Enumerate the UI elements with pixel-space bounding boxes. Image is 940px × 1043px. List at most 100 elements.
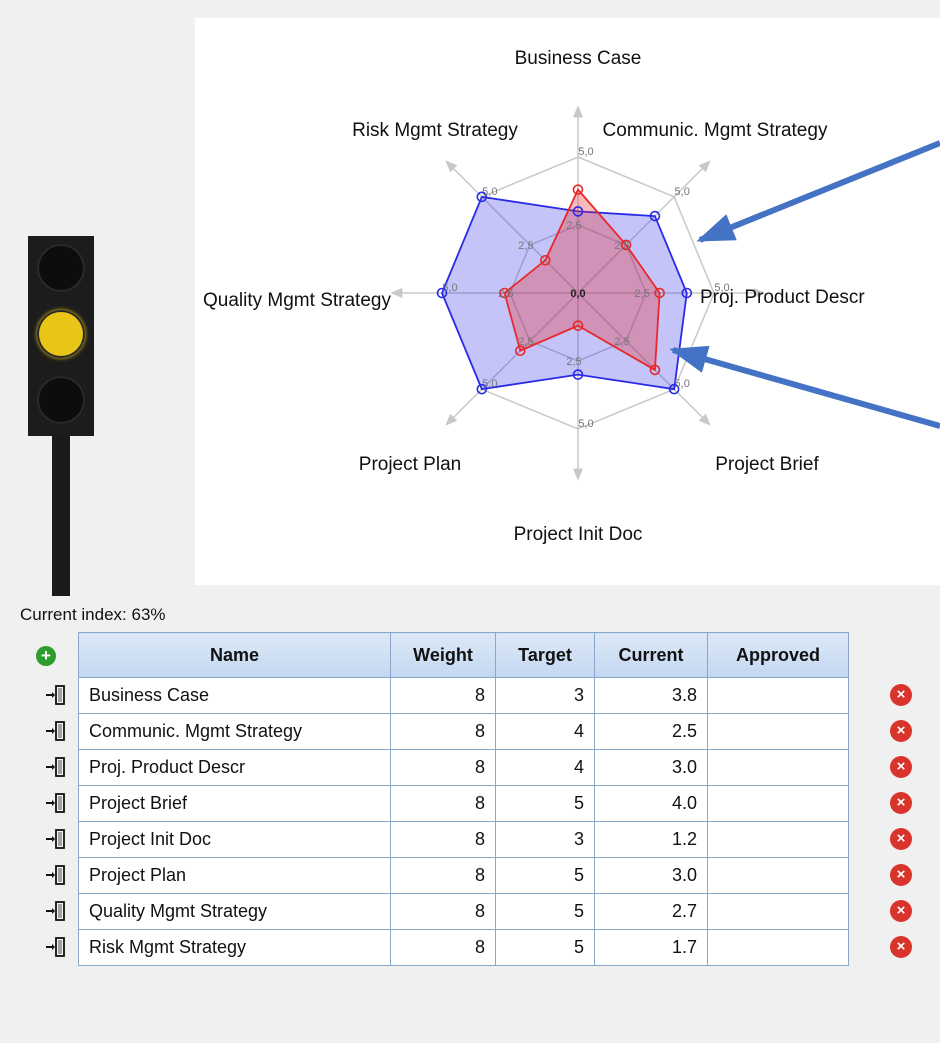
- cell-target[interactable]: 5: [495, 929, 595, 966]
- cell-target[interactable]: 3: [495, 821, 595, 858]
- cell-name[interactable]: Project Brief: [78, 785, 391, 822]
- table-row[interactable]: Project Plan 8 5 3.0: [78, 857, 849, 894]
- enter-door-icon[interactable]: [44, 899, 68, 923]
- cell-weight[interactable]: 8: [390, 749, 496, 786]
- table-row[interactable]: Project Init Doc 8 3 1.2: [78, 821, 849, 858]
- plus-circle-icon[interactable]: +: [36, 646, 56, 666]
- axis-label: Proj. Product Descr: [700, 287, 865, 308]
- axis-label: Communic. Mgmt Strategy: [603, 120, 828, 141]
- enter-door-icon[interactable]: [44, 827, 68, 851]
- delete-circle-icon[interactable]: ×: [890, 936, 912, 958]
- cell-target[interactable]: 5: [495, 857, 595, 894]
- cell-weight[interactable]: 8: [390, 677, 496, 714]
- axis-arrow: [573, 105, 583, 118]
- cell-approved[interactable]: [707, 749, 849, 786]
- cell-approved[interactable]: [707, 713, 849, 750]
- table-row[interactable]: Communic. Mgmt Strategy 8 4 2.5: [78, 713, 849, 750]
- enter-door-icon[interactable]: [44, 719, 68, 743]
- traffic-light-housing: [28, 236, 94, 436]
- cell-approved[interactable]: [707, 821, 849, 858]
- tick-label: 2,5: [518, 336, 533, 348]
- tick-label: 2,5: [614, 240, 629, 252]
- column-header-approved[interactable]: Approved: [707, 632, 849, 678]
- column-header-target[interactable]: Target: [495, 632, 595, 678]
- table-row[interactable]: Risk Mgmt Strategy 8 5 1.7: [78, 929, 849, 966]
- cell-weight[interactable]: 8: [390, 893, 496, 930]
- cell-approved[interactable]: [707, 929, 849, 966]
- cell-current[interactable]: 3.0: [594, 857, 708, 894]
- cell-name[interactable]: Quality Mgmt Strategy: [78, 893, 391, 930]
- axis-label: Business Case: [515, 48, 642, 69]
- cell-target[interactable]: 4: [495, 713, 595, 750]
- cell-name[interactable]: Risk Mgmt Strategy: [78, 929, 391, 966]
- cell-weight[interactable]: 8: [390, 785, 496, 822]
- cell-target[interactable]: 5: [495, 785, 595, 822]
- cell-current[interactable]: 2.5: [594, 713, 708, 750]
- cell-approved[interactable]: [707, 893, 849, 930]
- delete-circle-icon[interactable]: ×: [890, 792, 912, 814]
- tick-label: 2,5: [634, 288, 649, 300]
- cell-target[interactable]: 5: [495, 893, 595, 930]
- axis-label: Project Plan: [359, 454, 461, 475]
- cell-current[interactable]: 1.2: [594, 821, 708, 858]
- cell-approved[interactable]: [707, 785, 849, 822]
- cell-weight[interactable]: 8: [390, 857, 496, 894]
- table-row[interactable]: Proj. Product Descr 8 4 3.0: [78, 749, 849, 786]
- table-row[interactable]: Project Brief 8 5 4.0: [78, 785, 849, 822]
- tick-label: 5,0: [675, 186, 690, 198]
- tick-label: 5,0: [675, 378, 690, 390]
- tick-label: 5,0: [482, 186, 497, 198]
- current-index-label: Current index: 63%: [20, 605, 166, 624]
- cell-current[interactable]: 4.0: [594, 785, 708, 822]
- cell-name[interactable]: Business Case: [78, 677, 391, 714]
- axis-label: Project Brief: [715, 454, 819, 475]
- traffic-light: [28, 236, 94, 596]
- cell-current[interactable]: 3.0: [594, 749, 708, 786]
- delete-circle-icon[interactable]: ×: [890, 900, 912, 922]
- cell-current[interactable]: 2.7: [594, 893, 708, 930]
- axis-label: Project Init Doc: [514, 524, 643, 545]
- tick-label: 0,0: [570, 288, 585, 300]
- cell-target[interactable]: 4: [495, 749, 595, 786]
- red-lamp: [37, 244, 85, 292]
- cell-weight[interactable]: 8: [390, 713, 496, 750]
- column-header-current[interactable]: Current: [594, 632, 708, 678]
- tick-label: 2,5: [518, 240, 533, 252]
- enter-door-icon[interactable]: [44, 935, 68, 959]
- cell-name[interactable]: Communic. Mgmt Strategy: [78, 713, 391, 750]
- axis-arrow: [573, 468, 583, 481]
- tick-label: 5,0: [578, 418, 593, 430]
- delete-circle-icon[interactable]: ×: [890, 684, 912, 706]
- axis-label: Risk Mgmt Strategy: [352, 120, 518, 141]
- annotation-arrowhead: [696, 214, 737, 242]
- table-row[interactable]: Business Case 8 3 3.8: [78, 677, 849, 714]
- column-header-name[interactable]: Name: [78, 632, 391, 678]
- enter-door-icon[interactable]: [44, 755, 68, 779]
- cell-target[interactable]: 3: [495, 677, 595, 714]
- tick-label: 2,5: [614, 336, 629, 348]
- delete-circle-icon[interactable]: ×: [890, 756, 912, 778]
- table-row[interactable]: Quality Mgmt Strategy 8 5 2.7: [78, 893, 849, 930]
- cell-approved[interactable]: [707, 677, 849, 714]
- tick-label: 2,5: [566, 220, 581, 232]
- cell-name[interactable]: Project Init Doc: [78, 821, 391, 858]
- cell-weight[interactable]: 8: [390, 929, 496, 966]
- enter-door-icon[interactable]: [44, 863, 68, 887]
- cell-current[interactable]: 3.8: [594, 677, 708, 714]
- enter-door-icon[interactable]: [44, 791, 68, 815]
- delete-circle-icon[interactable]: ×: [890, 720, 912, 742]
- document-table: Name Weight Target Current Approved Busi…: [78, 632, 849, 966]
- tick-label: 5,0: [442, 282, 457, 294]
- delete-circle-icon[interactable]: ×: [890, 864, 912, 886]
- cell-name[interactable]: Proj. Product Descr: [78, 749, 391, 786]
- cell-approved[interactable]: [707, 857, 849, 894]
- radar-chart-panel: 0,0 2,5 5,0 2,5 5,0 2,5 5,0 2,5 5,0 2,5 5,0 2,5 5,0 2…: [195, 18, 940, 585]
- enter-door-icon[interactable]: [44, 683, 68, 707]
- cell-current[interactable]: 1.7: [594, 929, 708, 966]
- cell-name[interactable]: Project Plan: [78, 857, 391, 894]
- column-header-weight[interactable]: Weight: [390, 632, 496, 678]
- tick-label: 2,5: [566, 356, 581, 368]
- delete-circle-icon[interactable]: ×: [890, 828, 912, 850]
- tick-label: 5,0: [482, 378, 497, 390]
- cell-weight[interactable]: 8: [390, 821, 496, 858]
